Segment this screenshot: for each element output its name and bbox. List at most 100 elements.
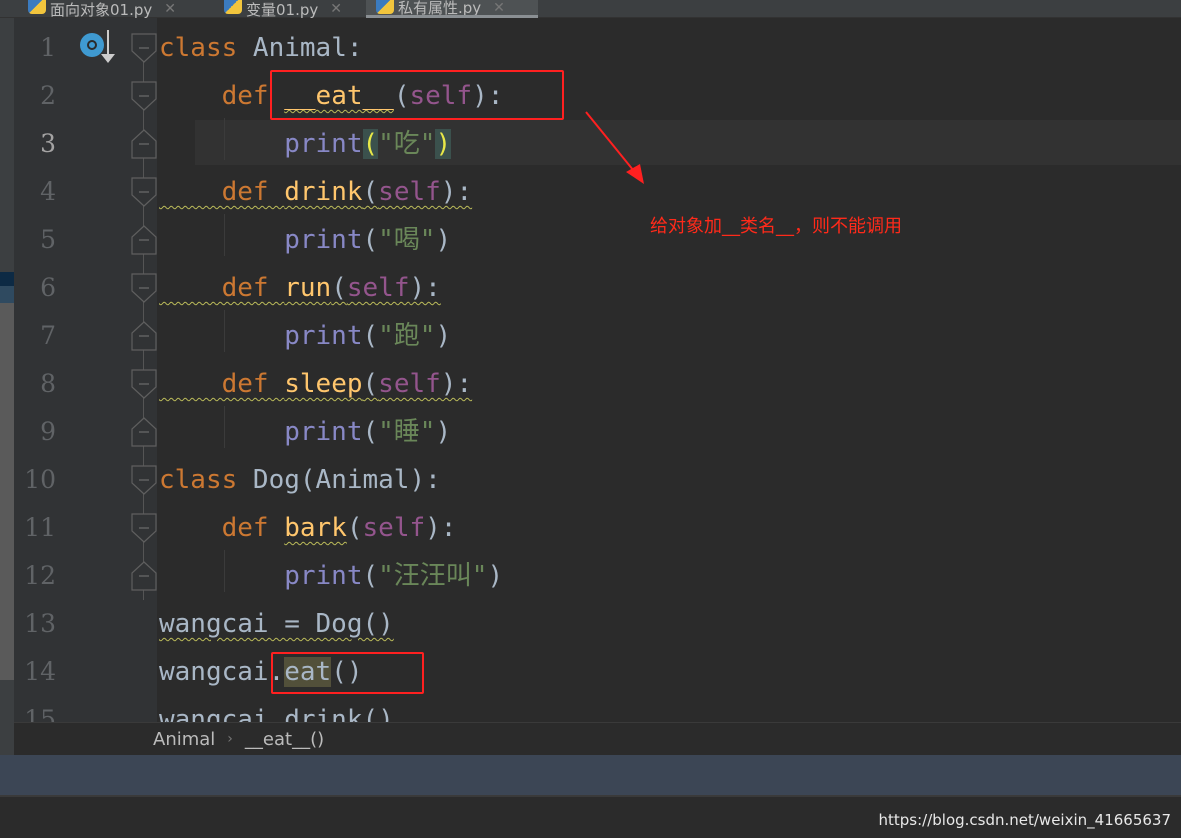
code-token: def bbox=[159, 81, 285, 111]
close-icon[interactable]: ✕ bbox=[164, 1, 176, 17]
code-token: ( bbox=[362, 129, 379, 159]
tab-label: 私有属性.py bbox=[398, 0, 482, 17]
fold-collapse-icon[interactable] bbox=[131, 177, 157, 207]
line-number: 10 bbox=[24, 465, 56, 494]
code-token: drink bbox=[284, 177, 363, 207]
highlight-box-eat-call bbox=[271, 652, 424, 694]
code-token: Animal: bbox=[252, 33, 363, 63]
line-number: 13 bbox=[24, 609, 56, 638]
tool-window-strip bbox=[0, 18, 14, 755]
code-token: ) bbox=[435, 225, 452, 255]
breadcrumb: Animal › __eat__() bbox=[14, 722, 1181, 755]
breadcrumb-class[interactable]: Animal bbox=[153, 729, 215, 750]
line-number: 6 bbox=[40, 273, 56, 302]
code-line[interactable]: class Dog(Animal): bbox=[159, 456, 441, 504]
python-file-icon bbox=[28, 0, 46, 14]
chevron-right-icon: › bbox=[227, 731, 233, 747]
fold-collapse-icon[interactable] bbox=[131, 81, 157, 111]
python-file-icon bbox=[376, 0, 394, 14]
editor-tabs: 面向对象01.py ✕ 变量01.py ✕ 私有属性.py ✕ bbox=[0, 0, 1181, 18]
tab-label: 变量01.py bbox=[246, 0, 319, 19]
code-token: run bbox=[284, 273, 332, 303]
code-token: ( bbox=[331, 273, 347, 303]
code-token: class bbox=[159, 33, 253, 63]
code-line[interactable]: def run(self): bbox=[159, 264, 441, 312]
tab-1[interactable]: 面向对象01.py ✕ bbox=[18, 0, 214, 18]
code-token: ( bbox=[362, 369, 379, 399]
code-token: def bbox=[159, 273, 285, 303]
code-token: def bbox=[159, 177, 285, 207]
code-token: ( bbox=[362, 177, 379, 207]
bottom-bar: https://blog.csdn.net/weixin_41665637 bbox=[0, 795, 1181, 838]
code-token: def bbox=[159, 513, 285, 543]
code-line[interactable]: print("吃") bbox=[159, 120, 452, 168]
code-token: "喝" bbox=[378, 225, 436, 255]
close-icon[interactable]: ✕ bbox=[330, 1, 342, 17]
code-token: "吃" bbox=[378, 129, 436, 159]
fold-collapse-icon[interactable] bbox=[131, 273, 157, 303]
code-token: ) bbox=[487, 561, 504, 591]
code-token: ( bbox=[346, 513, 363, 543]
code-line[interactable]: class Animal: bbox=[159, 24, 363, 72]
fold-end-icon[interactable] bbox=[131, 561, 157, 591]
code-token: print bbox=[159, 561, 363, 591]
code-token: print bbox=[159, 225, 363, 255]
fold-end-icon[interactable] bbox=[131, 417, 157, 447]
close-icon[interactable]: ✕ bbox=[493, 0, 505, 15]
code-token: self bbox=[378, 177, 441, 207]
fold-end-icon[interactable] bbox=[131, 321, 157, 351]
line-number: 3 bbox=[40, 129, 56, 158]
line-number: 8 bbox=[40, 369, 56, 398]
breadcrumb-method[interactable]: __eat__() bbox=[245, 729, 324, 750]
code-token: class bbox=[159, 465, 253, 495]
fold-collapse-icon[interactable] bbox=[131, 513, 157, 543]
code-line[interactable]: print("跑") bbox=[159, 312, 451, 360]
line-number: 1 bbox=[40, 33, 56, 62]
code-token: ( bbox=[362, 417, 379, 447]
code-line[interactable]: print("喝") bbox=[159, 216, 451, 264]
code-token: ( bbox=[362, 225, 379, 255]
code-token: Dog(Animal): bbox=[252, 465, 441, 495]
arrow-down-icon bbox=[101, 30, 115, 63]
code-token: "睡" bbox=[378, 417, 436, 447]
annotation-arrow bbox=[585, 111, 644, 184]
tab-2[interactable]: 变量01.py ✕ bbox=[214, 0, 364, 18]
code-token: print bbox=[159, 417, 363, 447]
fold-collapse-icon[interactable] bbox=[131, 465, 157, 495]
fold-collapse-icon[interactable] bbox=[131, 369, 157, 399]
line-number: 14 bbox=[24, 657, 56, 686]
code-token: ): bbox=[440, 369, 473, 399]
code-token: self bbox=[362, 513, 426, 543]
fold-collapse-icon[interactable] bbox=[131, 33, 157, 63]
fold-end-icon[interactable] bbox=[131, 129, 157, 159]
code-line[interactable]: print("睡") bbox=[159, 408, 451, 456]
code-token: ): bbox=[409, 273, 441, 303]
code-token: bark bbox=[284, 513, 347, 543]
line-number: 9 bbox=[40, 417, 56, 446]
code-token: wangcai. bbox=[159, 657, 285, 687]
code-line[interactable]: def sleep(self): bbox=[159, 360, 473, 408]
tab-3[interactable]: 私有属性.py ✕ bbox=[366, 0, 538, 18]
indent-guide bbox=[224, 406, 225, 448]
code-line[interactable]: print("汪汪叫") bbox=[159, 552, 503, 600]
indent-guide bbox=[224, 214, 225, 256]
code-token: sleep bbox=[284, 369, 363, 399]
indent-guide bbox=[224, 550, 225, 592]
code-line[interactable]: wangcai = Dog() bbox=[159, 600, 394, 648]
tab-label: 面向对象01.py bbox=[50, 0, 153, 19]
indent-guide bbox=[224, 118, 225, 160]
code-token: ) bbox=[435, 417, 452, 447]
code-token: print bbox=[159, 321, 363, 351]
indent-guide bbox=[224, 310, 225, 352]
line-number: 12 bbox=[24, 561, 56, 590]
line-number: 2 bbox=[40, 81, 56, 110]
code-token: ): bbox=[425, 513, 457, 543]
fold-end-icon[interactable] bbox=[131, 225, 157, 255]
watermark: https://blog.csdn.net/weixin_41665637 bbox=[878, 811, 1171, 829]
code-token: ): bbox=[440, 177, 473, 207]
code-token: def bbox=[159, 369, 285, 399]
code-line[interactable]: def bark(self): bbox=[159, 504, 457, 552]
code-line[interactable]: def drink(self): bbox=[159, 168, 473, 216]
tool-panel bbox=[0, 755, 1181, 795]
scrollbar[interactable] bbox=[0, 303, 14, 680]
